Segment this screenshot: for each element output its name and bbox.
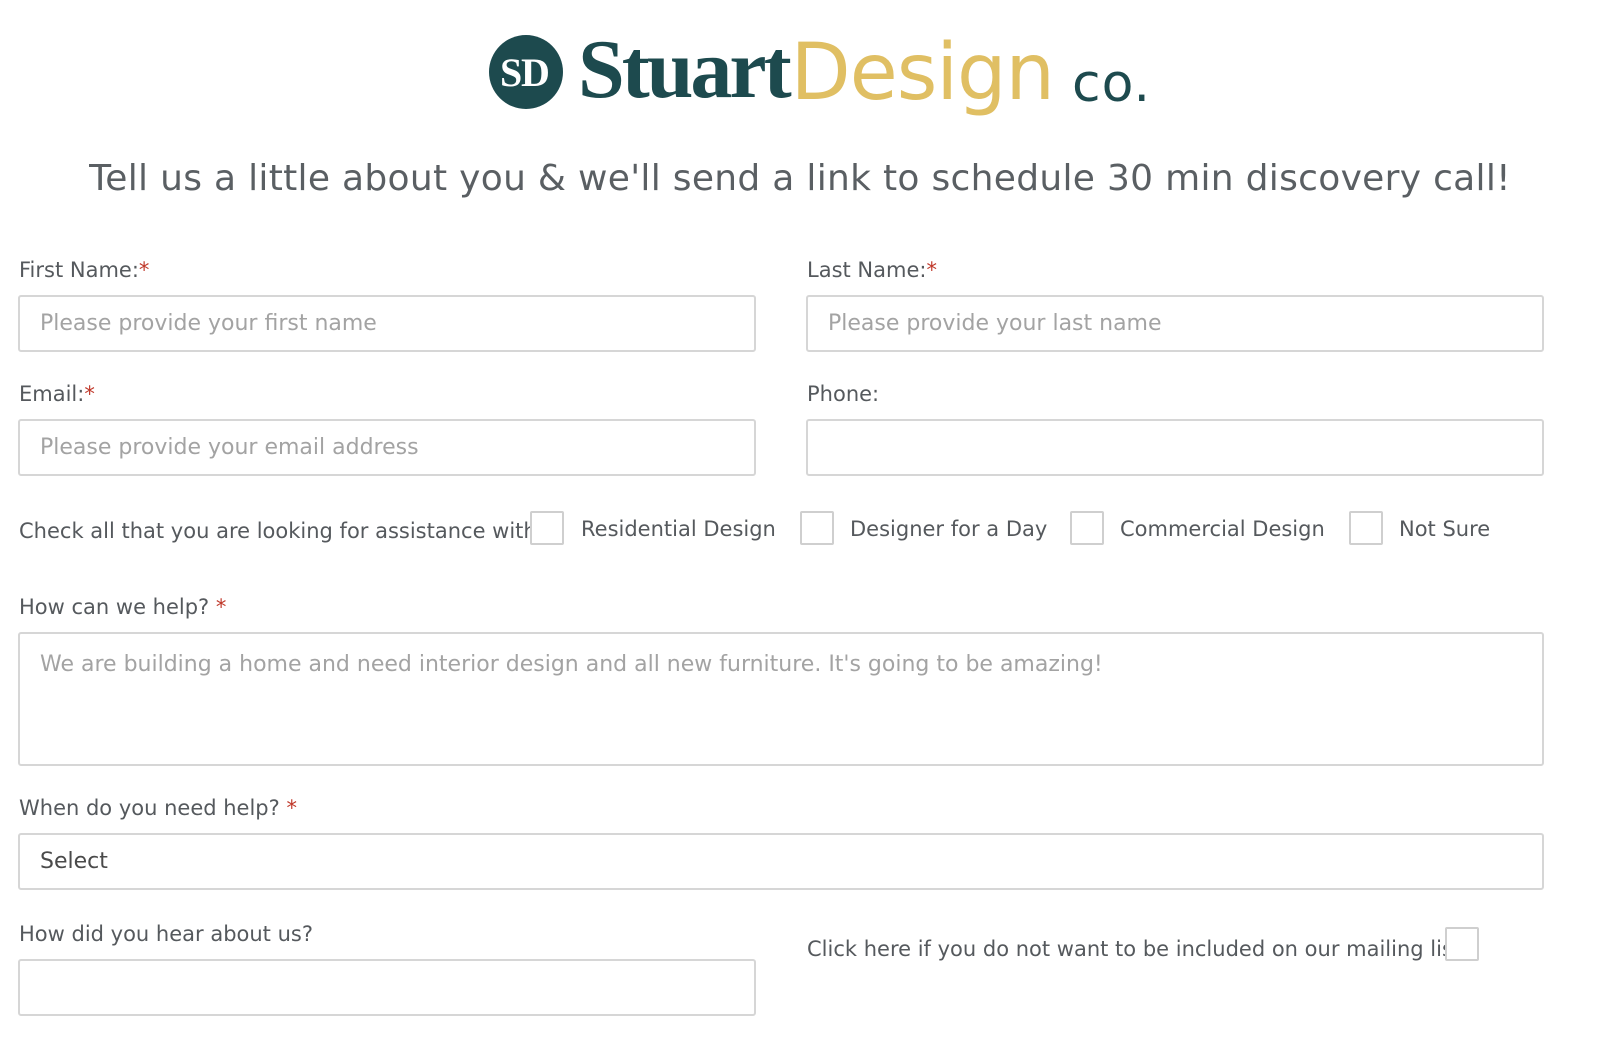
designer-for-a-day-checkbox[interactable] bbox=[800, 511, 834, 545]
brand-logo: S D Stuart Design co. bbox=[488, 28, 1151, 128]
logo-word-co: co. bbox=[1071, 54, 1152, 114]
commercial-design-label[interactable]: Commercial Design bbox=[1120, 517, 1325, 541]
last-name-label-text: Last Name: bbox=[807, 258, 927, 282]
when-help-label-text: When do you need help? bbox=[19, 796, 280, 820]
hear-about-input[interactable] bbox=[18, 959, 756, 1016]
page-headline: Tell us a little about you & we'll send … bbox=[89, 158, 1511, 199]
required-marker: * bbox=[926, 258, 937, 282]
not-sure-checkbox[interactable] bbox=[1349, 511, 1383, 545]
assistance-label: Check all that you are looking for assis… bbox=[19, 519, 544, 543]
logo-word-stuart: Stuart bbox=[578, 23, 792, 116]
residential-design-checkbox[interactable] bbox=[530, 511, 564, 545]
required-marker: * bbox=[138, 258, 150, 282]
commercial-design-checkbox[interactable] bbox=[1070, 511, 1104, 545]
not-sure-label[interactable]: Not Sure bbox=[1399, 517, 1490, 541]
residential-design-label[interactable]: Residential Design bbox=[581, 517, 776, 541]
first-name-input[interactable] bbox=[18, 295, 756, 352]
when-help-label: When do you need help? * bbox=[19, 796, 297, 820]
phone-label: Phone: bbox=[807, 382, 880, 406]
sd-monogram-icon: S D bbox=[489, 35, 563, 109]
mailing-opt-out-label[interactable]: Click here if you do not want to be incl… bbox=[807, 937, 1461, 961]
mailing-opt-out-checkbox[interactable] bbox=[1445, 927, 1479, 961]
last-name-label: Last Name:* bbox=[807, 258, 937, 282]
required-marker: * bbox=[215, 595, 227, 619]
hear-about-label: How did you hear about us? bbox=[19, 922, 313, 946]
svg-text:S: S bbox=[500, 50, 522, 95]
when-help-selected-value: Select bbox=[40, 849, 108, 874]
svg-text:D: D bbox=[521, 50, 550, 95]
email-label: Email:* bbox=[19, 382, 95, 406]
first-name-label-text: First Name: bbox=[19, 258, 139, 282]
how-help-label: How can we help? * bbox=[19, 595, 226, 619]
when-help-select[interactable]: Select bbox=[18, 833, 1544, 890]
last-name-input[interactable] bbox=[806, 295, 1544, 352]
form-page: S D Stuart Design co. Tell us a little a… bbox=[0, 0, 1600, 1059]
email-label-text: Email: bbox=[19, 382, 85, 406]
required-marker: * bbox=[84, 382, 95, 406]
required-marker: * bbox=[286, 796, 297, 820]
phone-input[interactable] bbox=[806, 419, 1544, 476]
how-help-label-text: How can we help? bbox=[19, 595, 210, 619]
designer-for-a-day-label[interactable]: Designer for a Day bbox=[850, 517, 1047, 541]
how-help-textarea[interactable] bbox=[18, 632, 1544, 766]
logo-word-design: Design bbox=[790, 28, 1055, 118]
first-name-label: First Name:* bbox=[19, 258, 149, 282]
email-input[interactable] bbox=[18, 419, 756, 476]
